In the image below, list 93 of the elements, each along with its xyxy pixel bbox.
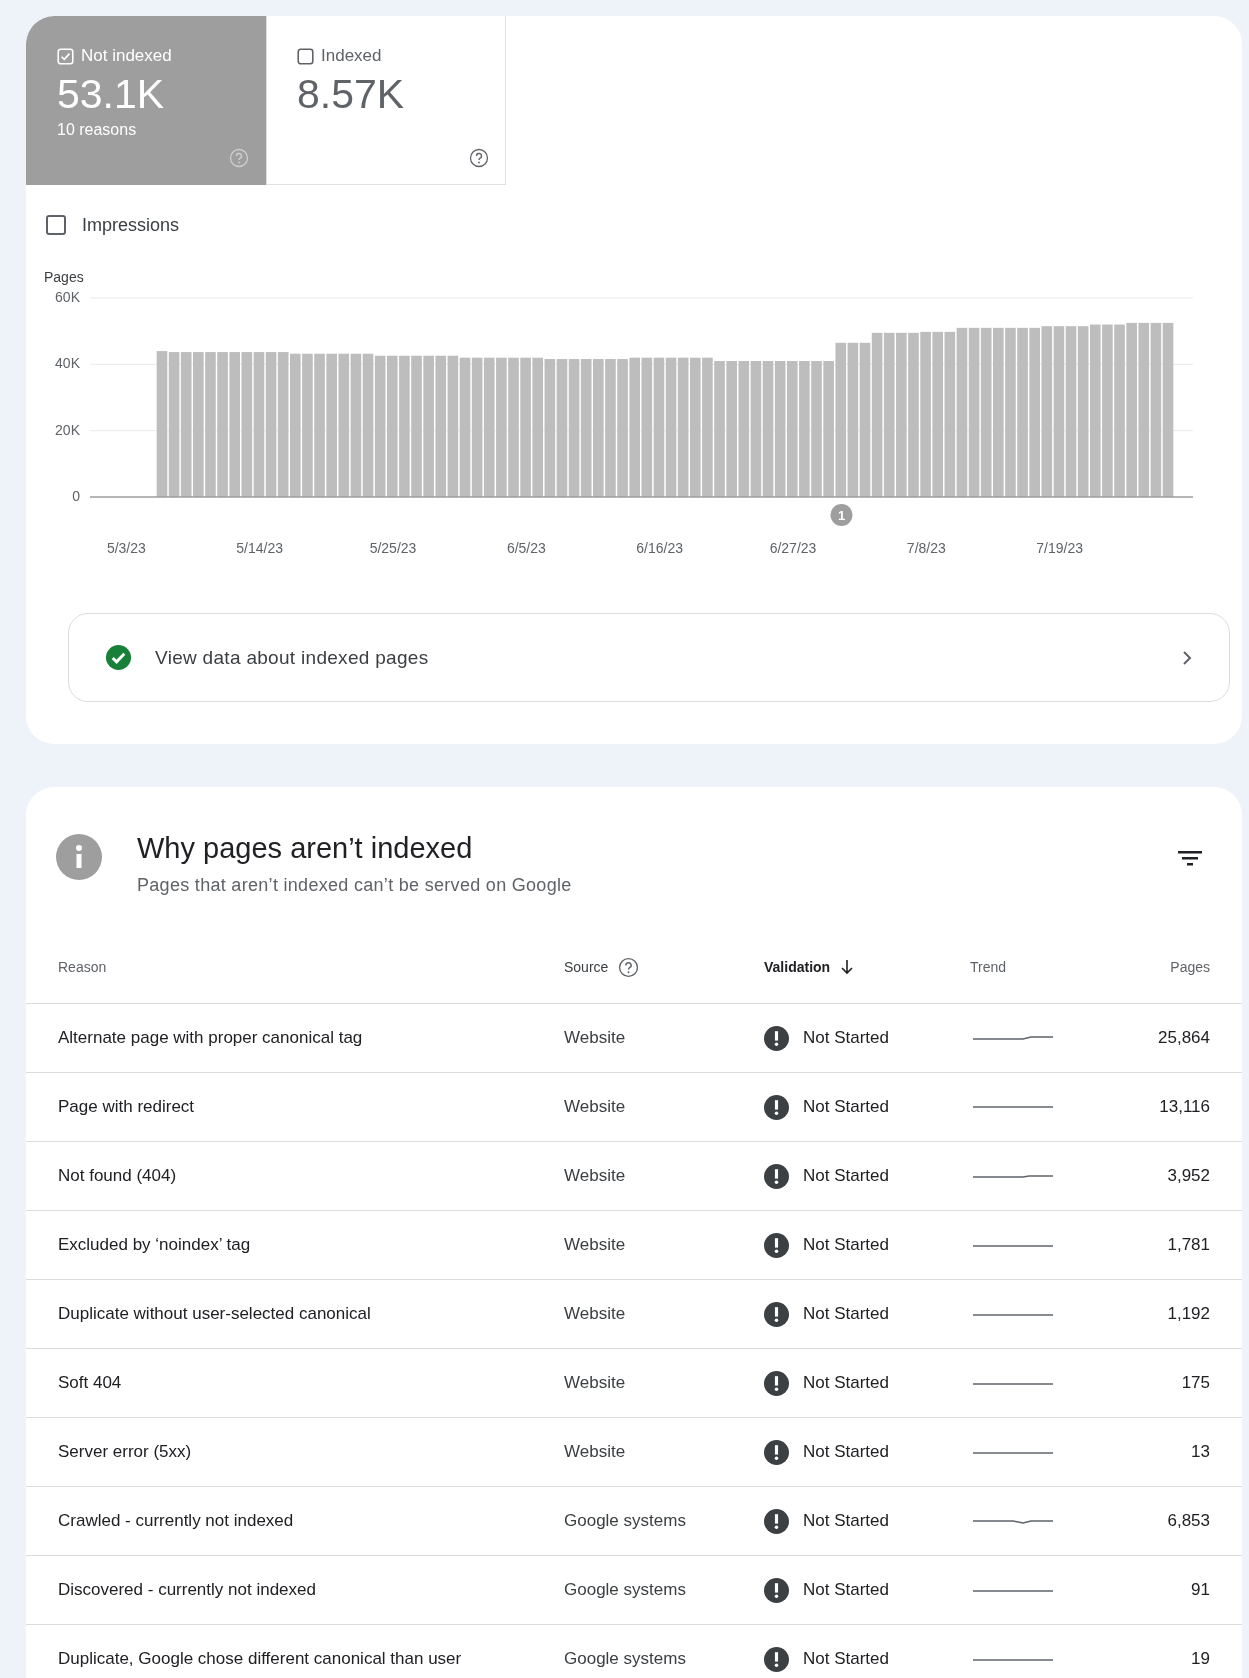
pages-cell-text: 1,192 (1166, 1304, 1210, 1324)
source-cell-text: Website (564, 1166, 627, 1186)
exclamation-icon (764, 1577, 789, 1603)
reason-cell-text: Discovered - currently not indexed (58, 1580, 317, 1600)
source-cell-text: Website (564, 1373, 627, 1393)
exclamation-icon (764, 1163, 789, 1189)
x-tick-label: 5/14/23 (236, 540, 284, 556)
validation-status: Not Started (803, 1373, 889, 1393)
x-tick-label: 6/5/23 (506, 540, 546, 556)
reason-cell-text: Excluded by ‘noindex’ tag (58, 1235, 252, 1255)
table-row[interactable]: Page with redirect Website Not Started 13,116 (26, 1073, 1242, 1142)
checkbox-icon (297, 47, 314, 65)
source-cell-text: Google systems (564, 1580, 687, 1600)
table-row[interactable]: Server error (5xx) Website Not Started 13 (26, 1418, 1242, 1487)
validation-status: Not Started (803, 1304, 889, 1324)
column-header[interactable]: Reason (58, 959, 107, 975)
y-tick-label: 0 (72, 488, 80, 504)
check-circle-icon (105, 644, 132, 671)
validation-status: Not Started (803, 1235, 889, 1255)
pages-cell-text: 13,116 (1158, 1097, 1210, 1117)
exclamation-icon (764, 1646, 789, 1672)
source-cell-text: Website (564, 1304, 627, 1324)
validation-status: Not Started (803, 1649, 889, 1669)
y-tick-label: 40K (55, 355, 80, 372)
reason-cell-text: Not found (404) (58, 1166, 178, 1186)
x-tick-label: 6/16/23 (636, 540, 684, 556)
chevron-right-icon (1181, 649, 1193, 666)
source-cell-text: Website (564, 1028, 627, 1048)
validation-status: Not Started (803, 1442, 889, 1462)
filter-icon[interactable] (1178, 849, 1202, 867)
validation-status: Not Started (803, 1580, 889, 1600)
section-subtitle: Pages that aren’t indexed can’t be served on Google (137, 875, 573, 896)
table-row[interactable]: Excluded by ‘noindex’ tag Website Not Started 1,781 (26, 1211, 1242, 1280)
exclamation-icon (764, 1094, 789, 1120)
source-cell-text: Google systems (564, 1511, 687, 1531)
pages-cell-text: 175 (1180, 1373, 1210, 1393)
pages-cell-text: 6,853 (1166, 1511, 1210, 1531)
column-header[interactable]: Source (564, 959, 609, 975)
x-tick-label: 7/8/23 (906, 540, 946, 556)
table-row[interactable]: Not found (404) Website Not Started 3,952 (26, 1142, 1242, 1211)
x-tick-label: 5/25/23 (369, 540, 417, 556)
pages-cell-text: 91 (1190, 1580, 1210, 1600)
source-cell-text: Website (564, 1235, 627, 1255)
exclamation-icon (764, 1370, 789, 1396)
validation-status: Not Started (803, 1511, 889, 1531)
reason-cell-text: Soft 404 (58, 1373, 123, 1393)
pages-cell-text: 25,864 (1157, 1028, 1210, 1048)
source-cell-text: Google systems (564, 1649, 687, 1669)
pages-cell-text: 3,952 (1166, 1166, 1210, 1186)
column-header[interactable]: Pages (1170, 959, 1210, 975)
y-tick-label: 20K (55, 421, 80, 438)
y-axis-title: Pages (44, 269, 84, 285)
help-icon[interactable] (618, 956, 640, 978)
indexed-pages-link[interactable]: View data about indexed pages (68, 613, 1230, 702)
validation-status: Not Started (803, 1166, 889, 1186)
status-tab[interactable]: Indexed 8.57K (266, 16, 506, 185)
reason-cell-text: Page with redirect (58, 1097, 196, 1117)
table-row[interactable]: Soft 404 Website Not Started 175 (26, 1349, 1242, 1418)
impressions-label: Impressions (82, 214, 180, 236)
table-row[interactable]: Crawled - currently not indexed Google systems Not Started 6,853 (26, 1487, 1242, 1556)
pages-cell-text: 19 (1190, 1649, 1210, 1669)
info-icon (56, 834, 102, 880)
exclamation-icon (764, 1301, 789, 1327)
reason-cell-text: Duplicate, Google chose different canonical than user (58, 1649, 463, 1669)
x-tick-label: 7/19/23 (1036, 540, 1084, 556)
reason-cell-text: Server error (5xx) (58, 1442, 193, 1462)
table-row[interactable]: Duplicate, Google chose different canonical than user Google systems Not Started 19 (26, 1625, 1242, 1678)
y-tick-label: 60K (55, 289, 80, 305)
validation-status: Not Started (803, 1097, 889, 1117)
source-cell-text: Website (564, 1442, 627, 1462)
help-icon[interactable] (469, 148, 489, 168)
exclamation-icon (764, 1232, 789, 1258)
source-cell-text: Website (564, 1097, 627, 1117)
exclamation-icon (764, 1025, 789, 1051)
table-row[interactable]: Discovered - currently not indexed Google systems Not Started 91 (26, 1556, 1242, 1625)
reason-cell-text: Duplicate without user-selected canonical (58, 1304, 372, 1324)
checked-checkbox-icon (57, 47, 74, 65)
exclamation-icon (764, 1508, 789, 1534)
x-tick-label: 5/3/23 (106, 540, 146, 556)
exclamation-icon (764, 1439, 789, 1465)
pages-cell-text: 1,781 (1166, 1235, 1210, 1255)
validation-status: Not Started (803, 1028, 889, 1048)
sort-down-arrow-icon[interactable] (840, 959, 855, 975)
section-title: Why pages aren’t indexed (137, 832, 474, 865)
table-row[interactable]: Duplicate without user-selected canonical Website Not Started 1,192 (26, 1280, 1242, 1349)
table-row[interactable]: Alternate page with proper canonical tag Website Not Started 25,864 (26, 1004, 1242, 1073)
impressions-checkbox[interactable] (46, 215, 66, 235)
pages-cell-text: 13 (1190, 1442, 1210, 1462)
column-header[interactable]: Validation (764, 959, 831, 975)
reason-cell-text: Crawled - currently not indexed (58, 1511, 295, 1531)
column-header[interactable]: Trend (970, 959, 1007, 975)
x-tick-label: 6/27/23 (769, 540, 817, 556)
reason-cell-text: Alternate page with proper canonical tag (58, 1028, 364, 1048)
